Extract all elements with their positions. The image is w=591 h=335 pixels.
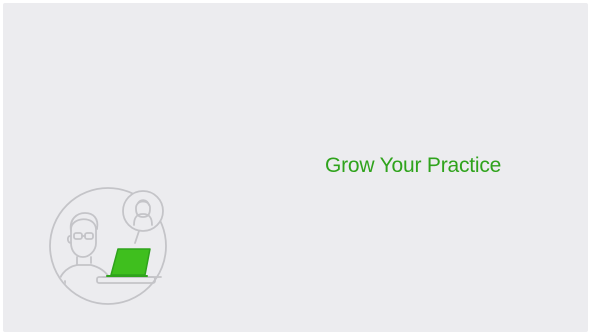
promo-card[interactable]: Grow Your Practice — [3, 3, 588, 332]
telehealth-consultation-icon — [43, 181, 173, 311]
headline: Grow Your Practice — [325, 154, 502, 177]
